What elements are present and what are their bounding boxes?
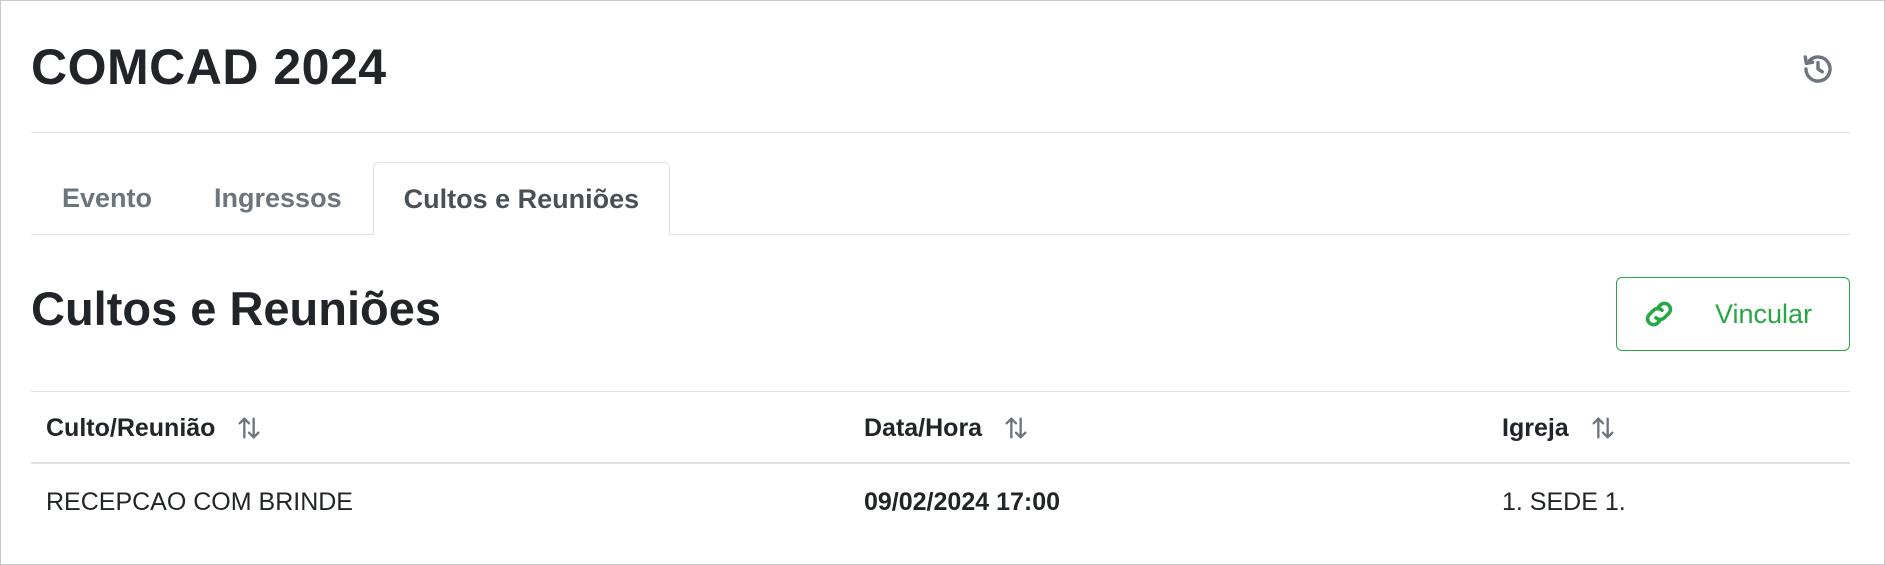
vincular-button-label: Vincular <box>1715 298 1813 329</box>
tab-ingressos[interactable]: Ingressos <box>183 162 373 234</box>
cultos-table: Culto/Reunião Data/Hora Igreja RECEPCAO … <box>31 391 1850 540</box>
sort-arrows-icon <box>1589 414 1617 442</box>
history-icon <box>1803 55 1832 83</box>
column-header-label: Igreja <box>1502 413 1569 442</box>
app-frame: COMCAD 2024 Evento Ingressos Cultos e Re… <box>0 0 1885 565</box>
column-header-label: Data/Hora <box>864 413 983 442</box>
page-title: COMCAD 2024 <box>31 39 387 95</box>
column-header-igreja[interactable]: Igreja <box>1502 392 1617 464</box>
tab-evento[interactable]: Evento <box>31 162 183 234</box>
vincular-button[interactable]: Vincular <box>1616 277 1850 351</box>
sort-arrows-icon <box>235 414 263 442</box>
sort-arrows-icon <box>1002 414 1030 442</box>
table-row[interactable]: RECEPCAO COM BRINDE 09/02/2024 17:00 1. … <box>31 464 1850 540</box>
tab-bar: Evento Ingressos Cultos e Reuniões <box>31 162 1850 235</box>
section-title: Cultos e Reuniões <box>31 282 442 335</box>
cell-data-hora: 09/02/2024 17:00 <box>864 487 1061 516</box>
history-button[interactable] <box>1798 49 1838 89</box>
cell-igreja: 1. SEDE 1. <box>1502 487 1626 516</box>
column-header-data-hora[interactable]: Data/Hora <box>864 392 1030 464</box>
table-header: Culto/Reunião Data/Hora Igreja <box>31 392 1850 464</box>
tab-cultos-e-reunioes[interactable]: Cultos e Reuniões <box>372 162 671 235</box>
column-header-label: Culto/Reunião <box>46 413 216 442</box>
column-header-culto-reuniao[interactable]: Culto/Reunião <box>46 392 263 464</box>
cell-culto-reuniao: RECEPCAO COM BRINDE <box>46 487 353 516</box>
main-container: COMCAD 2024 Evento Ingressos Cultos e Re… <box>31 1 1850 564</box>
page-header: COMCAD 2024 <box>31 23 1850 133</box>
link-icon <box>1645 301 1673 327</box>
